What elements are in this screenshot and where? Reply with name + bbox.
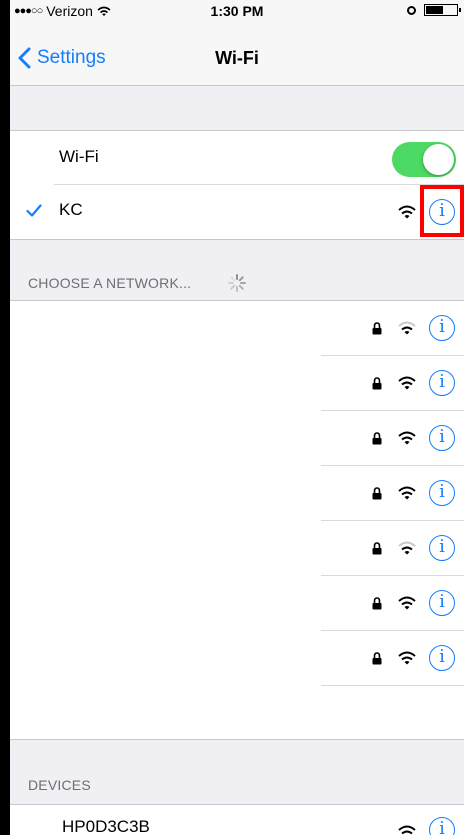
connected-info-icon[interactable]: i [429, 199, 455, 225]
wifi-toggle-row: Wi-Fi [10, 131, 464, 185]
devices-list: HP0D3C3B i [10, 804, 464, 835]
network-row[interactable]: i [10, 466, 464, 521]
wifi-signal-icon [398, 596, 416, 610]
network-info-icon[interactable]: i [429, 315, 455, 341]
network-info-icon[interactable]: i [429, 590, 455, 616]
wifi-signal-icon [398, 321, 416, 335]
wifi-signal-icon [398, 376, 416, 390]
wifi-signal-icon [398, 431, 416, 445]
toggle-knob [423, 144, 454, 175]
wifi-toggle-switch[interactable] [392, 142, 456, 177]
network-row[interactable]: i [10, 576, 464, 631]
wifi-signal-icon [398, 825, 416, 835]
network-info-icon[interactable]: i [429, 645, 455, 671]
network-row[interactable]: i [10, 521, 464, 576]
wifi-group: Wi-Fi KC i [10, 130, 464, 240]
lock-icon [372, 487, 382, 500]
devices-header-text: DEVICES [28, 777, 91, 793]
network-info-icon[interactable]: i [429, 370, 455, 396]
lock-icon [372, 542, 382, 555]
wifi-signal-icon [398, 651, 416, 665]
status-time: 1:30 PM [210, 3, 264, 19]
navigation-bar: Settings Wi-Fi [10, 22, 464, 86]
connected-network-row[interactable]: KC i [10, 185, 464, 239]
lock-icon [372, 652, 382, 665]
network-row[interactable]: i [10, 301, 464, 356]
network-row[interactable]: i [10, 631, 464, 686]
battery-icon [424, 4, 461, 16]
choose-network-header-text: CHOOSE A NETWORK... [28, 275, 192, 291]
lock-icon [372, 432, 382, 445]
row-separator [321, 685, 464, 686]
wifi-signal-icon [398, 541, 416, 555]
device-row[interactable]: HP0D3C3B i [10, 805, 464, 835]
lock-icon [372, 322, 382, 335]
network-rows: i i i i i i i [10, 301, 464, 686]
lock-icon [372, 377, 382, 390]
wifi-signal-icon [398, 205, 416, 219]
status-right [407, 4, 461, 16]
choose-network-header: CHOOSE A NETWORK... [28, 275, 191, 291]
status-bar: ●●●○○ Verizon 1:30 PM [10, 0, 464, 22]
network-row[interactable]: i [10, 411, 464, 466]
network-info-icon[interactable]: i [429, 535, 455, 561]
loading-spinner-icon [228, 274, 246, 292]
network-row[interactable]: i [10, 356, 464, 411]
network-list: i i i i i i i [10, 300, 464, 740]
device-info-icon[interactable]: i [429, 817, 455, 835]
connected-network-name: KC [59, 200, 83, 219]
wifi-signal-icon [398, 486, 416, 500]
battery-level [426, 6, 443, 14]
page-title: Wi-Fi [215, 48, 259, 68]
network-info-icon[interactable]: i [429, 480, 455, 506]
device-name: HP0D3C3B [62, 817, 150, 835]
alarm-icon [407, 5, 416, 15]
phone-screen: ●●●○○ Verizon 1:30 PM Settings Wi-Fi Wi-… [10, 0, 464, 835]
network-info-icon[interactable]: i [429, 425, 455, 451]
devices-header: DEVICES [28, 777, 91, 793]
wifi-toggle-label: Wi-Fi [59, 147, 99, 166]
lock-icon [372, 597, 382, 610]
checkmark-icon [26, 204, 42, 217]
